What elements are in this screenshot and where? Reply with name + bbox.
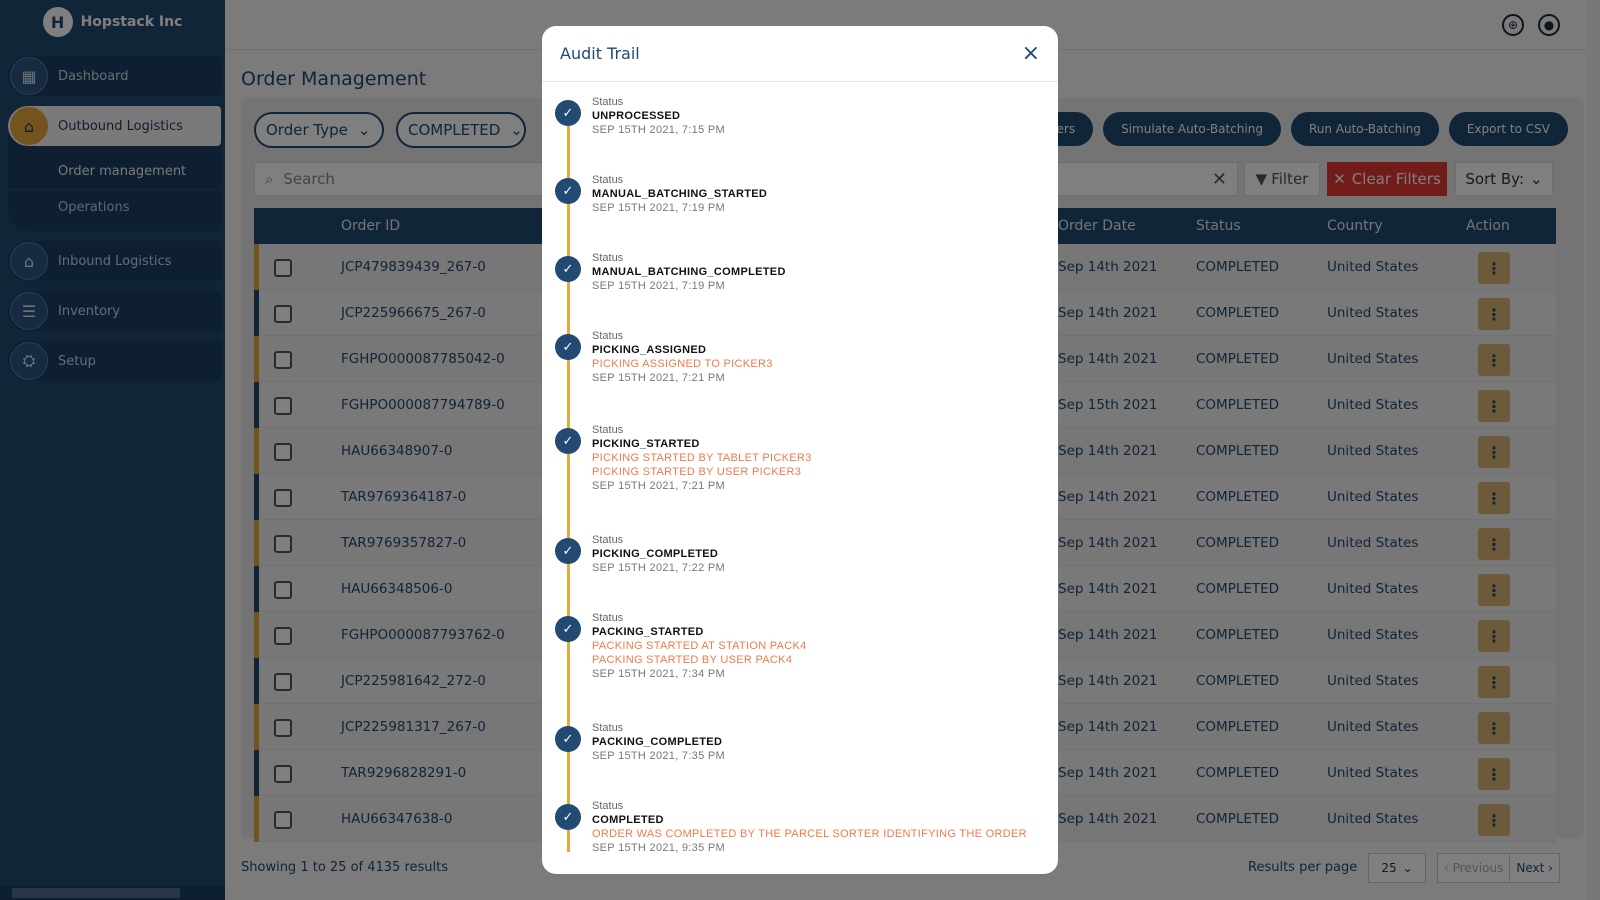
entry-date: SEP 15TH 2021, 7:21 PM xyxy=(592,480,725,492)
entry-status: PICKING_ASSIGNED xyxy=(592,344,707,356)
entry-status: COMPLETED xyxy=(592,814,664,826)
entry-label: Status xyxy=(592,174,624,186)
entry-date: SEP 15TH 2021, 7:19 PM xyxy=(592,202,725,214)
entry-note: PICKING ASSIGNED TO PICKER3 xyxy=(592,358,773,370)
entry-note: PACKING STARTED AT STATION PACK4 xyxy=(592,640,807,652)
audit-entry: ✓ Status PICKING_STARTED PICKING STARTED BY… xyxy=(542,424,1058,534)
entry-note: ORDER WAS COMPLETED BY THE PARCEL SORTER… xyxy=(592,828,1027,840)
audit-trail-modal: Audit Trail × ✓ Status UNPROCESSED SEP 15TH… xyxy=(542,26,1058,874)
check-icon: ✓ xyxy=(555,616,581,642)
audit-entry: ✓ Status COMPLETED ORDER WAS COMPLETED BY T… xyxy=(542,800,1058,874)
entry-status: PACKING_COMPLETED xyxy=(592,736,723,748)
entry-status: PICKING_COMPLETED xyxy=(592,548,719,560)
audit-timeline: ✓ Status UNPROCESSED SEP 15TH 2021, 7:15 PM… xyxy=(542,82,1058,874)
modal-header: Audit Trail × xyxy=(542,26,1058,82)
check-icon: ✓ xyxy=(555,178,581,204)
entry-label: Status xyxy=(592,612,624,624)
check-icon: ✓ xyxy=(555,726,581,752)
audit-entry: ✓ Status PICKING_COMPLETED SEP 15TH 2021, 7… xyxy=(542,534,1058,612)
check-icon: ✓ xyxy=(555,428,581,454)
entry-date: SEP 15TH 2021, 7:22 PM xyxy=(592,562,725,574)
check-icon: ✓ xyxy=(555,804,581,830)
entry-status: MANUAL_BATCHING_STARTED xyxy=(592,188,768,200)
entry-label: Status xyxy=(592,96,624,108)
modal-title: Audit Trail xyxy=(560,44,640,63)
entry-label: Status xyxy=(592,252,624,264)
entry-date: SEP 15TH 2021, 7:19 PM xyxy=(592,280,725,292)
entry-date: SEP 15TH 2021, 7:15 PM xyxy=(592,124,725,136)
audit-entry: ✓ Status PACKING_STARTED PACKING STARTED AT… xyxy=(542,612,1058,722)
entry-label: Status xyxy=(592,424,624,436)
audit-entry: ✓ Status UNPROCESSED SEP 15TH 2021, 7:15 PM xyxy=(542,96,1058,174)
entry-date: SEP 15TH 2021, 7:34 PM xyxy=(592,668,725,680)
entry-label: Status xyxy=(592,800,624,812)
check-icon: ✓ xyxy=(555,256,581,282)
entry-label: Status xyxy=(592,330,624,342)
entry-label: Status xyxy=(592,534,624,546)
entry-date: SEP 15TH 2021, 7:21 PM xyxy=(592,372,725,384)
audit-entry: ✓ Status PICKING_ASSIGNED PICKING ASSIGNED … xyxy=(542,330,1058,424)
audit-entry: ✓ Status MANUAL_BATCHING_COMPLETED SEP 15TH… xyxy=(542,252,1058,330)
entry-status: PICKING_STARTED xyxy=(592,438,700,450)
check-icon: ✓ xyxy=(555,100,581,126)
entry-status: MANUAL_BATCHING_COMPLETED xyxy=(592,266,786,278)
entry-date: SEP 15TH 2021, 7:35 PM xyxy=(592,750,725,762)
audit-entry: ✓ Status MANUAL_BATCHING_STARTED SEP 15TH 2… xyxy=(542,174,1058,252)
check-icon: ✓ xyxy=(555,334,581,360)
entry-note: PACKING STARTED BY USER PACK4 xyxy=(592,654,793,666)
check-icon: ✓ xyxy=(555,538,581,564)
entry-label: Status xyxy=(592,722,624,734)
entry-status: PACKING_STARTED xyxy=(592,626,704,638)
close-icon[interactable]: × xyxy=(1022,41,1040,66)
entry-status: UNPROCESSED xyxy=(592,110,681,122)
entry-date: SEP 15TH 2021, 9:35 PM xyxy=(592,842,725,854)
entry-note: PICKING STARTED BY USER PICKER3 xyxy=(592,466,802,478)
entry-note: PICKING STARTED BY TABLET PICKER3 xyxy=(592,452,812,464)
audit-entry: ✓ Status PACKING_COMPLETED SEP 15TH 2021, 7… xyxy=(542,722,1058,800)
